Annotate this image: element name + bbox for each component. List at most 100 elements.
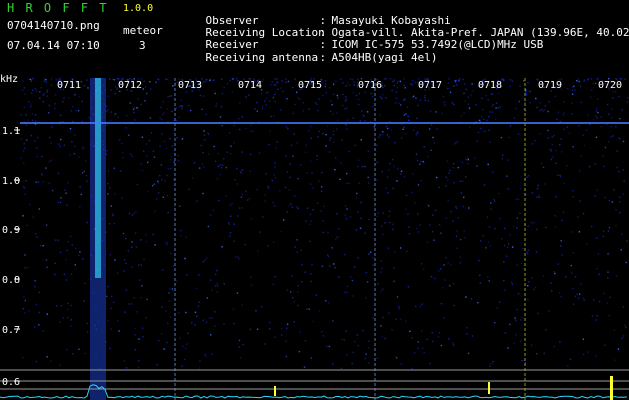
noise-dot	[414, 81, 416, 84]
noise-dot	[326, 345, 328, 348]
noise-dot	[26, 267, 29, 269]
noise-dot	[142, 88, 145, 90]
noise-dot	[66, 204, 68, 206]
noise-dot	[118, 330, 120, 332]
noise-dot	[367, 176, 369, 179]
noise-dot	[455, 79, 457, 82]
noise-dot	[349, 216, 352, 218]
noise-dot	[472, 90, 474, 92]
noise-dot	[328, 87, 331, 89]
noise-dot	[413, 95, 415, 97]
noise-dot	[229, 204, 232, 206]
noise-dot	[290, 203, 292, 205]
noise-dot	[372, 106, 374, 108]
noise-dot	[372, 317, 374, 319]
noise-dot	[353, 266, 356, 268]
noise-dot	[544, 183, 546, 185]
noise-dot	[316, 202, 319, 204]
noise-dot	[445, 217, 448, 219]
noise-dot	[357, 98, 360, 101]
noise-dot	[117, 319, 119, 322]
noise-dot	[296, 251, 298, 253]
noise-dot	[291, 206, 294, 208]
noise-dot	[85, 174, 88, 177]
noise-dot	[519, 188, 522, 190]
noise-dot	[296, 206, 298, 208]
noise-dot	[571, 272, 573, 274]
noise-dot	[185, 347, 187, 350]
noise-dot	[229, 232, 232, 234]
noise-dot	[396, 82, 399, 84]
noise-dot	[526, 94, 528, 96]
noise-dot	[353, 81, 355, 84]
noise-dot	[611, 108, 613, 110]
noise-dot	[524, 101, 526, 103]
noise-dot	[432, 136, 434, 139]
noise-dot	[412, 129, 415, 131]
noise-dot	[417, 184, 420, 186]
noise-dot	[59, 145, 61, 148]
noise-dot	[59, 364, 61, 367]
noise-dot	[489, 365, 491, 367]
noise-dot	[206, 257, 208, 259]
noise-dot	[339, 178, 341, 180]
noise-dot	[297, 97, 299, 99]
noise-dot	[417, 213, 419, 215]
noise-dot	[306, 207, 309, 209]
noise-dot	[444, 104, 446, 106]
noise-dot	[166, 174, 168, 177]
noise-dot	[568, 132, 571, 135]
noise-dot	[545, 226, 547, 229]
noise-dot	[391, 129, 393, 132]
noise-dot	[549, 148, 552, 151]
noise-dot	[572, 303, 575, 305]
noise-dot	[580, 283, 582, 285]
noise-dot	[595, 319, 597, 321]
noise-dot	[555, 150, 557, 152]
noise-dot	[477, 131, 480, 134]
noise-dot	[145, 317, 147, 319]
noise-dot	[424, 96, 426, 99]
noise-dot	[109, 187, 111, 189]
noise-dot	[168, 292, 170, 294]
noise-dot	[613, 189, 615, 191]
noise-dot	[223, 157, 225, 160]
noise-dot	[43, 93, 46, 95]
noise-dot	[280, 334, 283, 336]
noise-dot	[49, 136, 51, 139]
noise-dot	[256, 188, 258, 191]
noise-dot	[277, 88, 279, 90]
noise-dot	[108, 223, 111, 225]
noise-dot	[429, 110, 432, 112]
noise-dot	[623, 180, 625, 182]
noise-dot	[596, 189, 598, 191]
noise-dot	[622, 169, 624, 171]
noise-dot	[201, 163, 204, 165]
noise-dot	[42, 245, 44, 247]
noise-dot	[134, 334, 136, 336]
noise-dot	[459, 256, 462, 258]
noise-dot	[20, 114, 22, 116]
noise-dot	[592, 82, 594, 85]
noise-dot	[596, 268, 598, 270]
noise-dot	[238, 207, 240, 209]
noise-dot	[438, 186, 440, 189]
noise-dot	[436, 128, 438, 130]
noise-dot	[429, 362, 431, 365]
noise-dot	[24, 93, 26, 95]
noise-dot	[515, 107, 517, 110]
noise-dot	[197, 305, 199, 307]
noise-dot	[448, 172, 450, 174]
noise-dot	[498, 301, 501, 303]
noise-dot	[31, 119, 34, 121]
noise-dot	[509, 125, 512, 127]
noise-dot	[424, 94, 426, 97]
noise-dot	[145, 240, 148, 243]
noise-dot	[214, 160, 217, 162]
noise-dot	[29, 78, 32, 81]
noise-dot	[68, 97, 70, 99]
noise-dot	[557, 263, 560, 265]
noise-dot	[582, 353, 585, 356]
noise-dot	[294, 78, 296, 80]
noise-dot	[147, 190, 149, 193]
